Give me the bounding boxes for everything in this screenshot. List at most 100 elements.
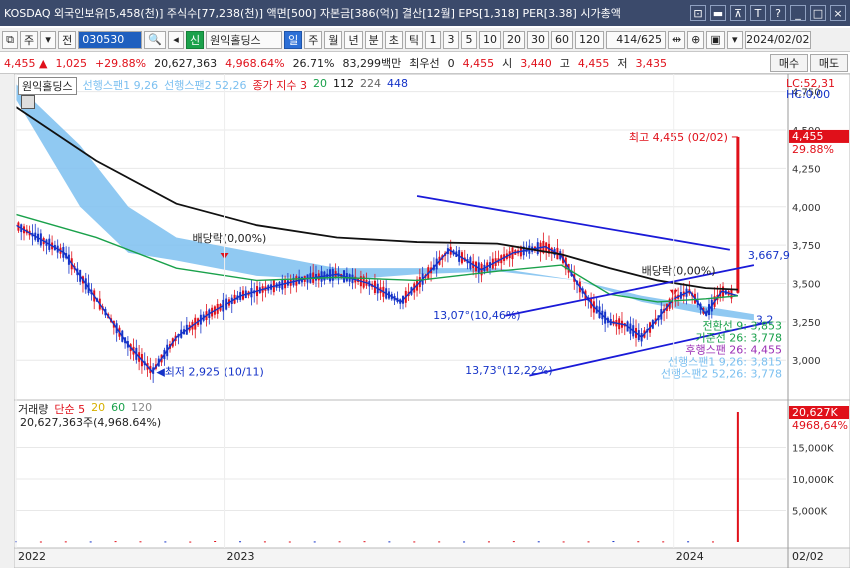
- change-value: 1,025: [55, 56, 87, 70]
- volume-bar: [363, 541, 366, 543]
- low-price: 3,435: [635, 56, 668, 70]
- volume-bar: [64, 541, 67, 543]
- restore-icon[interactable]: □: [810, 5, 826, 21]
- turnover: 26.71%: [292, 56, 335, 70]
- grid-icon[interactable]: [21, 95, 35, 109]
- volume-bar: [388, 541, 391, 543]
- dividend-annotation-2: 배당락(0,00%): [642, 264, 716, 277]
- volume-bar: [214, 540, 217, 542]
- volume-bar: [662, 541, 665, 543]
- volume-bar: [438, 541, 441, 543]
- volume-tick-label: 5,000K: [792, 506, 828, 517]
- dividend-annotation: 배당락(0,00%): [192, 232, 266, 245]
- tab-tick[interactable]: 틱: [404, 30, 423, 49]
- help-icon[interactable]: ?: [770, 5, 786, 21]
- chart-area[interactable]: 3,0003,2503,5003,7504,0004,2504,5004,750…: [14, 74, 850, 568]
- price-tick-label: 3,000: [792, 356, 821, 367]
- legend-ma112: 112: [333, 77, 355, 90]
- dropdown-icon[interactable]: ▾: [726, 30, 743, 49]
- tab-week[interactable]: 주: [304, 30, 323, 49]
- open-label: 시: [502, 57, 513, 70]
- time-tick-label: 2023: [227, 550, 255, 563]
- interval-60[interactable]: 60: [550, 30, 573, 49]
- price-tick-label: 4,250: [792, 164, 821, 175]
- interval-1[interactable]: 1: [424, 30, 441, 49]
- interval-120[interactable]: 120: [574, 30, 604, 49]
- chevron-down-icon[interactable]: ▾: [40, 30, 57, 49]
- volume-pct: 4,968.64%: [225, 56, 285, 70]
- stock-name-field: 원익홀딩스: [206, 30, 283, 49]
- tab-day[interactable]: 일: [284, 30, 303, 49]
- stock-code-input[interactable]: 030530: [78, 30, 143, 49]
- market-select[interactable]: 주: [20, 30, 39, 49]
- hc-value: HC:0,00: [786, 88, 831, 101]
- current-price: 4,455 ▲: [4, 56, 48, 70]
- tab-month[interactable]: 월: [324, 30, 343, 49]
- trend-value-1: 3,667,9: [748, 249, 790, 262]
- close-icon[interactable]: ×: [830, 5, 846, 21]
- high-label: 고: [559, 57, 570, 70]
- volume-bar: [413, 541, 416, 543]
- buy-button[interactable]: 매수: [770, 54, 808, 72]
- hierarchy-icon[interactable]: ⊼: [730, 5, 746, 21]
- price-tick-label: 3,250: [792, 318, 821, 329]
- interval-10[interactable]: 10: [478, 30, 501, 49]
- search-icon[interactable]: 🔍: [144, 30, 166, 49]
- interval-3[interactable]: 3: [442, 30, 459, 49]
- price-legend: 원익홀딩스 선행스팬1 9,26 선행스팬2 52,26 종가 지수 3 20 …: [18, 77, 408, 95]
- angle-annotation-1: 13,07°(10,46%): [433, 309, 521, 322]
- volume-tick-label: 10,000K: [792, 475, 834, 486]
- sell-button[interactable]: 매도: [810, 54, 848, 72]
- page-counter: 414/625: [605, 30, 666, 49]
- pin-icon[interactable]: ⊡: [690, 5, 706, 21]
- tab-minute[interactable]: 분: [364, 30, 383, 49]
- tab-second[interactable]: 초: [384, 30, 403, 49]
- new-button[interactable]: 신: [185, 30, 205, 49]
- high-annotation: 최고 4,455 (02/02): [629, 131, 728, 144]
- stock-name-label: 원익홀딩스: [18, 77, 77, 95]
- change-pct: +29.88%: [94, 56, 147, 70]
- open-price: 3,440: [520, 56, 552, 70]
- minimize-icon[interactable]: _: [790, 5, 806, 21]
- left-tool-strip[interactable]: [0, 74, 15, 568]
- date-input[interactable]: 2024/02/02: [744, 30, 811, 49]
- volume-bar: [139, 541, 142, 543]
- volume-bar: [637, 541, 640, 543]
- volume-bar: [239, 541, 242, 543]
- volume-bar: [612, 541, 615, 543]
- volume-bar: [313, 541, 316, 543]
- tool-move-icon[interactable]: ⇹: [667, 30, 686, 49]
- legend-span1: 선행스팬1 9,26: [82, 79, 159, 92]
- volume-bar: [463, 541, 466, 543]
- title-text: KOSDAQ 외국인보유[5,458(천)] 주식수[77,238(천)] 액면…: [4, 7, 621, 20]
- bar-icon[interactable]: ▬: [710, 5, 726, 21]
- layout-icon[interactable]: ⧉: [2, 30, 18, 49]
- angle-annotation-2: 13,73°(12,22%): [465, 364, 553, 377]
- prev-button[interactable]: 전: [58, 30, 77, 49]
- volume-bar: [288, 541, 291, 543]
- tool-zoom-icon[interactable]: ⊕: [687, 30, 705, 49]
- last-volume-pct: 4968,64%: [792, 419, 848, 432]
- legend-ma224: 224: [360, 77, 382, 90]
- title-bar: KOSDAQ 외국인보유[5,458(천)] 주식수[77,238(천)] 액면…: [0, 0, 850, 26]
- volume-bar: [89, 541, 92, 543]
- interval-20[interactable]: 20: [502, 30, 525, 49]
- time-tick-label-last: 02/02: [792, 550, 824, 563]
- volume-bar: [114, 541, 117, 543]
- title-buttons: ⊡ ▬ ⊼ T ? _ □ ×: [690, 5, 850, 21]
- volume-bar: [736, 412, 739, 542]
- time-axis: [14, 547, 850, 568]
- time-tick-label: 2022: [18, 550, 46, 563]
- save-icon[interactable]: ▣: [706, 30, 725, 49]
- interval-5[interactable]: 5: [460, 30, 477, 49]
- volume-bar: [263, 541, 266, 543]
- arrow-left-icon[interactable]: ◂: [167, 30, 184, 49]
- legend-ma20: 20: [313, 77, 328, 90]
- font-size-icon[interactable]: T: [750, 5, 766, 21]
- pref-label: 최우선: [409, 57, 440, 70]
- ichimoku-info: 선행스팬2 52,26: 3,778: [661, 368, 782, 381]
- toolbar: ⧉ 주 ▾ 전 030530 🔍 ◂ 신 원익홀딩스 일 주 월 년 분 초 틱…: [0, 28, 850, 52]
- quote-line: 4,455 ▲ 1,025 +29.88% 20,627,363 4,968.6…: [0, 53, 850, 74]
- interval-30[interactable]: 30: [526, 30, 549, 49]
- tab-year[interactable]: 년: [344, 30, 363, 49]
